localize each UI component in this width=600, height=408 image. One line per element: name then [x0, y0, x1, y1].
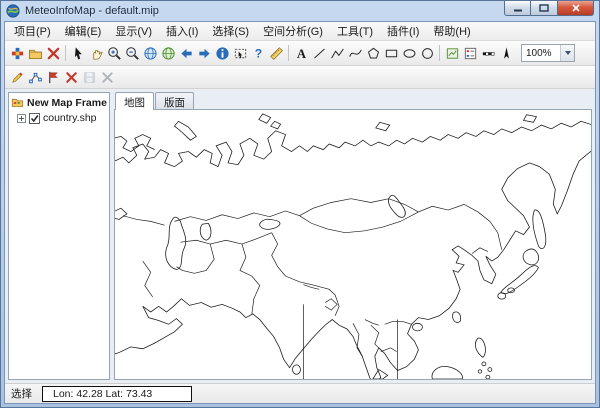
menubar: 项目(P) 编辑(E) 显示(V) 插入(I) 选择(S) 空间分析(G) 工具… — [5, 22, 595, 41]
menu-plugins[interactable]: 插件(I) — [380, 21, 426, 42]
edit-toolbar — [5, 66, 595, 89]
titlebar: MeteoInfoMap - default.mip — [4, 1, 596, 21]
menu-selection[interactable]: 选择(S) — [205, 21, 256, 42]
app-window: MeteoInfoMap - default.mip 项目(P) 编辑(E) 显… — [0, 0, 600, 408]
layer-label: country.shp — [43, 112, 97, 124]
menu-tools[interactable]: 工具(T) — [330, 21, 380, 42]
statusbar: 选择 Lon: 42.28 Lat: 73.43 — [5, 383, 595, 403]
main-toolbar: ? A — [5, 41, 595, 66]
delete-feature-icon[interactable] — [62, 68, 80, 86]
minimize-button[interactable] — [504, 1, 531, 16]
client-area: 项目(P) 编辑(E) 显示(V) 插入(I) 选择(S) 空间分析(G) 工具… — [4, 21, 596, 404]
legend-panel: New Map Frame country.shp — [8, 92, 110, 380]
remove-icon[interactable] — [44, 44, 62, 62]
zoom-value: 100% — [526, 48, 552, 59]
map-canvas[interactable] — [114, 109, 592, 380]
select-arrow-icon[interactable] — [69, 44, 87, 62]
full-extent-icon[interactable] — [141, 44, 159, 62]
what-is-this-icon[interactable]: ? — [249, 44, 267, 62]
draw-line-icon[interactable] — [310, 44, 328, 62]
tree-node-layer[interactable]: country.shp — [17, 112, 107, 124]
menu-help[interactable]: 帮助(H) — [426, 21, 477, 42]
insert-scale-bar-icon[interactable] — [479, 44, 497, 62]
open-file-icon[interactable] — [26, 44, 44, 62]
close-button[interactable] — [558, 1, 594, 16]
zoom-combo[interactable]: 100% — [521, 44, 575, 62]
identify-info-icon[interactable] — [213, 44, 231, 62]
map-panel: 地图 版面 — [114, 92, 592, 380]
menu-insert[interactable]: 插入(I) — [159, 21, 205, 42]
draw-circle-icon[interactable] — [418, 44, 436, 62]
window-controls — [504, 1, 594, 16]
save-edits-icon[interactable] — [80, 68, 98, 86]
edit-vertices-icon[interactable] — [26, 68, 44, 86]
chevron-down-icon[interactable] — [560, 45, 574, 61]
workspace: New Map Frame country.shp 地图 版面 — [5, 89, 595, 383]
draw-rectangle-icon[interactable] — [382, 44, 400, 62]
svg-text:?: ? — [254, 46, 261, 60]
measurement-icon[interactable] — [267, 44, 285, 62]
window-title: MeteoInfoMap - default.mip — [25, 5, 499, 17]
menu-geoprocessing[interactable]: 空间分析(G) — [256, 21, 330, 42]
insert-north-arrow-icon[interactable] — [497, 44, 515, 62]
toolbar-separator — [288, 45, 289, 61]
zoom-in-icon[interactable] — [105, 44, 123, 62]
edit-flag-icon[interactable] — [44, 68, 62, 86]
tab-map[interactable]: 地图 — [115, 92, 154, 110]
label-text-icon[interactable]: A — [292, 44, 310, 62]
insert-map-icon[interactable] — [443, 44, 461, 62]
app-logo-icon — [6, 4, 20, 18]
menu-edit[interactable]: 编辑(E) — [58, 21, 109, 42]
map-tab-strip: 地图 版面 — [114, 92, 592, 109]
zoom-out-icon[interactable] — [123, 44, 141, 62]
insert-legend-icon[interactable] — [461, 44, 479, 62]
status-mode-label: 选择 — [11, 386, 32, 401]
pan-hand-icon[interactable] — [87, 44, 105, 62]
coordinate-text: Lon: 42.28 Lat: 73.43 — [53, 388, 152, 400]
map-frame-icon — [11, 96, 24, 109]
world-map-svg — [115, 110, 591, 379]
edit-tool-icon[interactable] — [8, 68, 26, 86]
toolbar-separator — [439, 45, 440, 61]
tab-layout[interactable]: 版面 — [155, 92, 194, 109]
menu-project[interactable]: 项目(P) — [7, 21, 58, 42]
map-frame-label: New Map Frame — [27, 97, 107, 109]
coordinate-readout: Lon: 42.28 Lat: 73.43 — [42, 386, 192, 402]
menu-view[interactable]: 显示(V) — [108, 21, 159, 42]
tree-node-map-frame[interactable]: New Map Frame — [11, 96, 107, 109]
zoom-previous-icon[interactable] — [177, 44, 195, 62]
draw-polygon-icon[interactable] — [364, 44, 382, 62]
select-by-rectangle-icon[interactable] — [231, 44, 249, 62]
cancel-edits-icon[interactable] — [98, 68, 116, 86]
maximize-button[interactable] — [531, 1, 558, 16]
draw-curve-icon[interactable] — [346, 44, 364, 62]
toolbar-separator — [65, 45, 66, 61]
draw-ellipse-icon[interactable] — [400, 44, 418, 62]
svg-text:A: A — [296, 47, 306, 61]
layer-visibility-checkbox[interactable] — [29, 113, 40, 124]
zoom-next-icon[interactable] — [195, 44, 213, 62]
new-project-icon[interactable] — [8, 44, 26, 62]
draw-polyline-icon[interactable] — [328, 44, 346, 62]
zoom-to-layer-icon[interactable] — [159, 44, 177, 62]
expand-plus-icon[interactable] — [17, 114, 26, 123]
